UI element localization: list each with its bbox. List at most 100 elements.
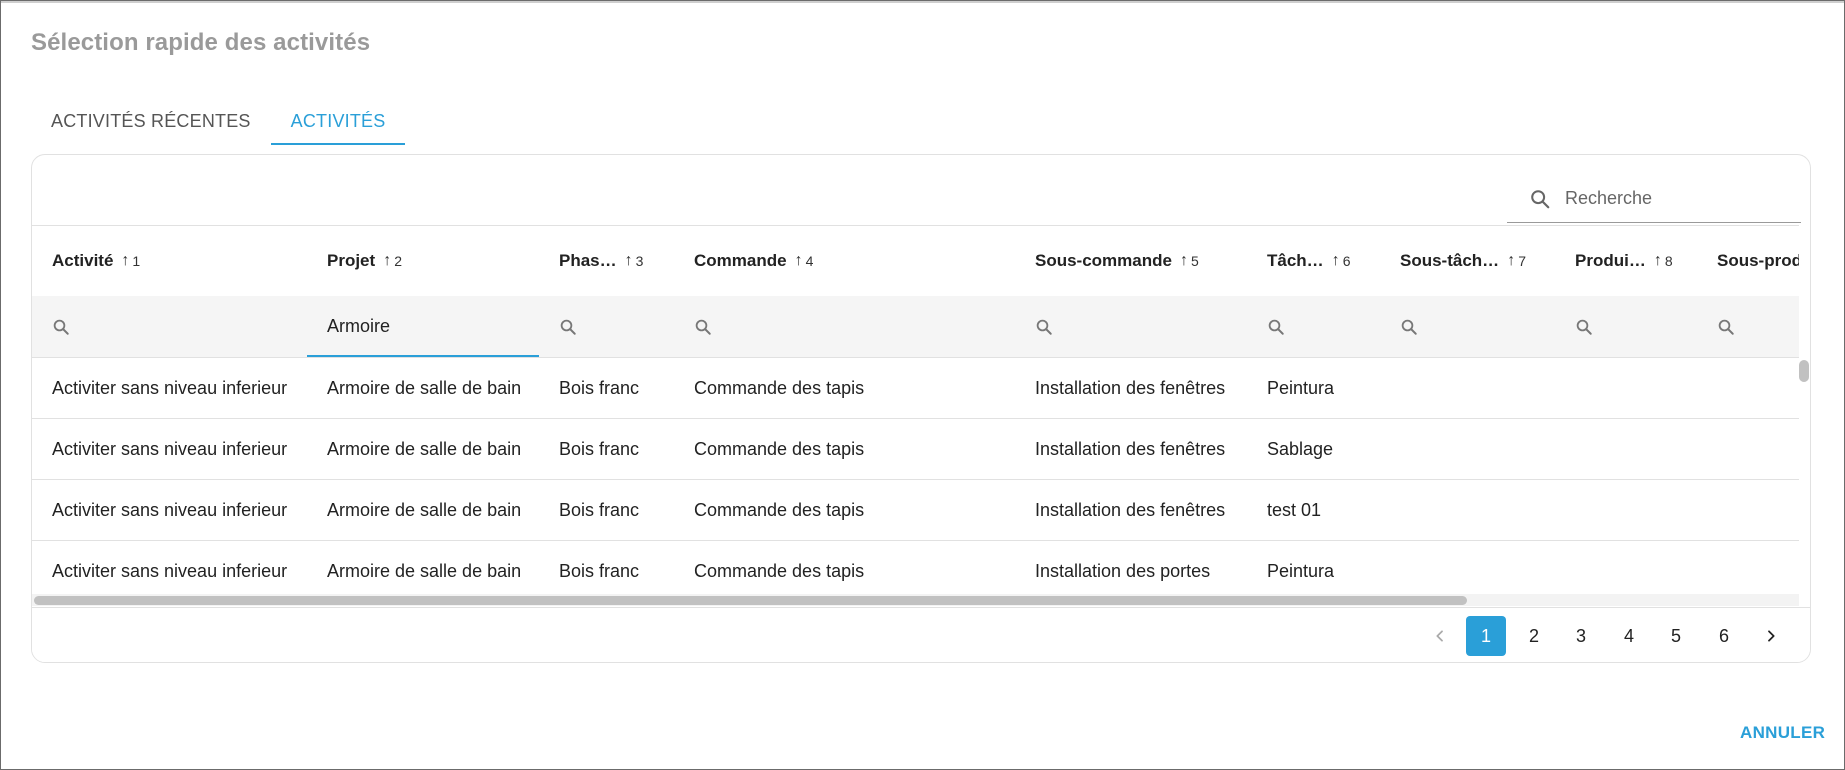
column-filter-7[interactable]: [1380, 296, 1555, 357]
column-header-label: Commande: [694, 251, 787, 270]
filter-search-icon: [560, 319, 576, 335]
table-cell: Armoire de salle de bain: [327, 560, 522, 581]
horizontal-scrollbar[interactable]: [32, 594, 1799, 606]
filter-search-icon: [1268, 319, 1284, 335]
next-page-button[interactable]: [1751, 616, 1791, 656]
dialog-title: Sélection rapide des activités: [31, 29, 371, 56]
table-cell: Bois franc: [559, 499, 640, 520]
sort-arrow-up-icon[interactable]: ↑: [121, 252, 129, 270]
search-icon: [1531, 189, 1550, 208]
table-cell: [1575, 358, 1713, 418]
sort-order-number: 4: [805, 253, 814, 269]
table-cell: Bois franc: [559, 438, 640, 459]
filter-search-icon: [53, 319, 69, 335]
column-filter-9[interactable]: [1697, 296, 1799, 357]
column-header-label: Projet: [327, 251, 376, 270]
sort-arrow-up-icon[interactable]: ↑: [795, 252, 803, 270]
table-cell: Armoire de salle de bain: [327, 438, 522, 459]
table-cell: test 01: [1267, 499, 1322, 520]
table-row[interactable]: Activiter sans niveau inferieur Armoire d…: [32, 358, 1799, 419]
previous-page-button[interactable]: [1420, 616, 1460, 656]
table-cell: [1400, 419, 1571, 479]
column-header-label: Sous-commande: [1035, 251, 1172, 270]
column-header-label: Produi…: [1575, 251, 1646, 270]
search-field[interactable]: [1507, 175, 1801, 223]
page-button-3[interactable]: 3: [1561, 616, 1601, 656]
filter-search-icon: [695, 319, 711, 335]
tab-bar: ACTIVITÉS RÉCENTES ACTIVITÉS: [31, 97, 406, 145]
filter-row: Armoire: [32, 296, 1799, 358]
sort-arrow-up-icon[interactable]: ↑: [1654, 252, 1662, 270]
page-button-1[interactable]: 1: [1466, 616, 1506, 656]
page-button-6[interactable]: 6: [1704, 616, 1744, 656]
table-cell: Commande des tapis: [694, 560, 865, 581]
page-button-5[interactable]: 5: [1656, 616, 1696, 656]
table-cell: Activiter sans niveau inferieur: [52, 438, 288, 459]
column-header-label: Activité: [52, 251, 114, 270]
chevron-left-icon: [1436, 630, 1443, 642]
table-cell: [1717, 358, 1799, 418]
table-row[interactable]: Activiter sans niveau inferieur Armoire d…: [32, 541, 1799, 600]
column-header-4[interactable]: Commande ↑ 4: [694, 226, 1031, 296]
column-filter-4[interactable]: [674, 296, 1015, 357]
horizontal-scrollbar-thumb[interactable]: [34, 596, 1467, 605]
sort-arrow-up-icon[interactable]: ↑: [383, 252, 391, 270]
table-row[interactable]: Activiter sans niveau inferieur Armoire d…: [32, 419, 1799, 480]
table-cell: Peintura: [1267, 377, 1335, 398]
column-header-2[interactable]: Projet ↑ 2: [327, 226, 555, 296]
cancel-button[interactable]: ANNULER: [1740, 723, 1825, 743]
search-input[interactable]: [1563, 187, 1787, 210]
table-footer: 123456: [32, 607, 1810, 662]
column-header-label: Sous-prod: [1717, 251, 1799, 270]
column-filter-2[interactable]: Armoire: [307, 296, 539, 357]
sort-order-number: 2: [394, 253, 402, 269]
table-cell: Bois franc: [559, 377, 640, 398]
table-cell: Activiter sans niveau inferieur: [52, 377, 288, 398]
sort-order-number: 7: [1518, 253, 1526, 269]
table-cell: Activiter sans niveau inferieur: [52, 560, 288, 581]
table-cell: Activiter sans niveau inferieur: [52, 499, 288, 520]
tab-recent-activities[interactable]: ACTIVITÉS RÉCENTES: [31, 97, 271, 145]
column-header-3[interactable]: Phas… ↑ 3: [559, 226, 690, 296]
filter-search-icon: [1718, 319, 1734, 335]
sort-order-number: 1: [132, 253, 141, 269]
column-filter-1[interactable]: [32, 296, 307, 357]
tab-activities[interactable]: ACTIVITÉS: [270, 97, 406, 145]
table-cell: Installation des fenêtres: [1035, 377, 1226, 398]
table-cell: [1717, 419, 1799, 479]
column-header-5[interactable]: Sous-commande ↑ 5: [1035, 226, 1263, 296]
sort-arrow-up-icon[interactable]: ↑: [1507, 252, 1515, 270]
table-cell: [1717, 541, 1799, 600]
sort-arrow-up-icon[interactable]: ↑: [1180, 252, 1188, 270]
table-cell: Installation des fenêtres: [1035, 499, 1226, 520]
data-grid: Activité ↑ 1 Projet ↑ 2 Phas… ↑ 3 Commande ↑ 4 Sous-…: [32, 225, 1799, 600]
header-row: Activité ↑ 1 Projet ↑ 2 Phas… ↑ 3 Commande ↑ 4 Sous-…: [32, 225, 1799, 297]
chevron-right-icon: [1768, 630, 1775, 642]
vertical-scrollbar-thumb[interactable]: [1799, 360, 1809, 382]
top-border: [1, 1, 1844, 3]
column-header-7[interactable]: Sous-tâch… ↑ 7: [1400, 226, 1571, 296]
column-header-1[interactable]: Activité ↑ 1: [52, 226, 322, 296]
sort-order-number: 5: [1190, 253, 1199, 269]
column-header-8[interactable]: Produi… ↑ 8: [1575, 226, 1713, 296]
filter-search-icon: [1036, 319, 1052, 335]
column-header-label: Phas…: [559, 251, 617, 270]
table-row[interactable]: Activiter sans niveau inferieur Armoire d…: [32, 480, 1799, 541]
table-cell: Commande des tapis: [694, 377, 865, 398]
column-filter-8[interactable]: [1555, 296, 1697, 357]
column-filter-6[interactable]: [1247, 296, 1380, 357]
filter-search-icon: [1576, 319, 1592, 335]
table-cell: Peintura: [1267, 560, 1335, 581]
column-filter-5[interactable]: [1015, 296, 1247, 357]
filter-search-icon: [1401, 319, 1417, 335]
sort-arrow-up-icon[interactable]: ↑: [1332, 252, 1340, 270]
column-filter-3[interactable]: [539, 296, 674, 357]
page-button-2[interactable]: 2: [1514, 616, 1554, 656]
column-header-6[interactable]: Tâch… ↑ 6: [1267, 226, 1396, 296]
sort-arrow-up-icon[interactable]: ↑: [625, 252, 633, 270]
page-button-4[interactable]: 4: [1609, 616, 1649, 656]
table-cell: Armoire de salle de bain: [327, 377, 522, 398]
column-header-label: Tâch…: [1267, 251, 1324, 270]
column-header-9[interactable]: Sous-prod: [1717, 226, 1799, 296]
table-cell: Commande des tapis: [694, 438, 865, 459]
